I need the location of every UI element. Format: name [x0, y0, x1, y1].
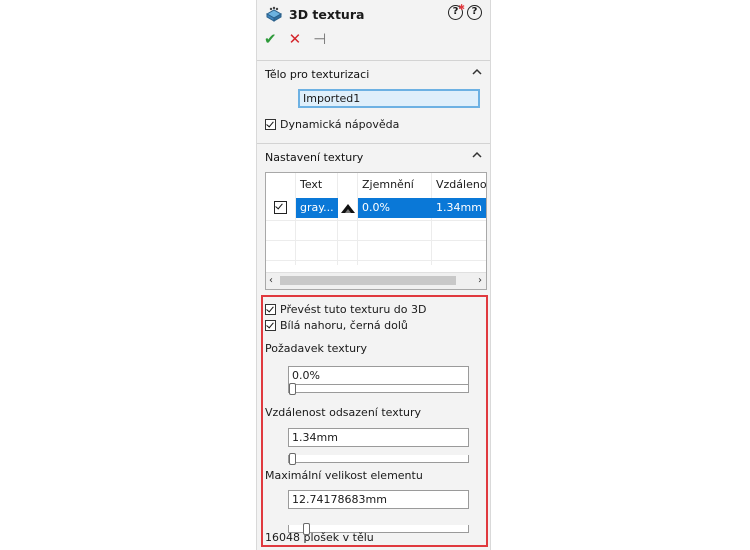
chevron-up-icon[interactable] — [472, 68, 482, 76]
convert-3d-row[interactable]: Převést tuto texturu do 3D — [265, 303, 426, 316]
property-manager-panel: 3D textura ? ✱ ? ✔ ✕ ⊣ Tělo pro texturiza… — [256, 0, 491, 550]
offset-slider[interactable] — [288, 453, 469, 465]
column-header-check — [266, 173, 296, 195]
panel-title: 3D textura — [289, 6, 365, 22]
row-offset-cell[interactable]: 1.34mm — [432, 198, 486, 218]
row-refinement-cell[interactable]: 0.0% — [358, 198, 432, 218]
convert-3d-label: Převést tuto texturu do 3D — [280, 303, 427, 316]
divider — [257, 60, 490, 61]
column-header-icon — [338, 173, 358, 195]
dynamic-help-label: Dynamická nápověda — [280, 118, 400, 131]
refinement-input[interactable]: 0.0% — [288, 366, 469, 385]
scroll-right-icon[interactable]: › — [478, 275, 482, 286]
column-header-text[interactable]: Text — [296, 173, 338, 195]
offset-slider-thumb[interactable] — [289, 453, 296, 465]
convert-3d-checkbox[interactable] — [265, 304, 276, 315]
section-title-texture-settings[interactable]: Nastavení textury — [265, 151, 363, 164]
scroll-left-icon[interactable]: ‹ — [269, 275, 273, 286]
action-bar: ✔ ✕ ⊣ — [264, 31, 326, 47]
dynamic-help-row[interactable]: Dynamická nápověda — [265, 118, 399, 131]
table-row[interactable]: gray... 0.0% 1.34mm — [266, 198, 486, 218]
texture-table[interactable]: Text Zjemnění Vzdálenos gray... 0.0% 1.3… — [265, 172, 487, 290]
panel-header: 3D textura — [265, 5, 364, 23]
column-header-refinement[interactable]: Zjemnění — [358, 173, 432, 195]
help-tips-icon[interactable]: ? ✱ — [448, 3, 465, 20]
cancel-x-icon[interactable]: ✕ — [289, 31, 302, 47]
row-checkbox-cell[interactable] — [266, 198, 295, 218]
max-element-label: Maximální velikost elementu — [265, 469, 423, 482]
terrain-mountain-icon — [338, 198, 358, 218]
white-up-label: Bílá nahoru, černá dolů — [280, 319, 408, 332]
refinement-label: Požadavek textury — [265, 342, 368, 355]
scrollbar-thumb[interactable] — [280, 276, 456, 285]
divider — [257, 143, 490, 144]
section-title-body[interactable]: Tělo pro texturizaci — [265, 68, 369, 81]
white-up-row[interactable]: Bílá nahoru, černá dolů — [265, 319, 408, 332]
pin-icon[interactable]: ⊣ — [313, 31, 326, 47]
texture-cube-icon — [265, 6, 283, 22]
chevron-up-icon[interactable] — [472, 151, 482, 159]
refinement-slider-thumb[interactable] — [289, 383, 296, 395]
ok-check-icon[interactable]: ✔ — [264, 31, 277, 47]
offset-label: Vzdálenost odsazení textury — [265, 406, 422, 419]
horizontal-scrollbar[interactable]: ‹ › — [266, 272, 486, 289]
highlight-frame — [261, 295, 488, 547]
row-checkbox[interactable] — [274, 201, 287, 214]
white-up-checkbox[interactable] — [265, 320, 276, 331]
help-icon[interactable]: ? — [467, 5, 482, 20]
faces-count: 16048 plošek v tělu — [265, 531, 374, 544]
max-element-input[interactable]: 12.74178683mm — [288, 490, 469, 509]
column-header-offset[interactable]: Vzdálenos — [432, 173, 486, 195]
row-text-cell[interactable]: gray... — [296, 198, 338, 218]
refinement-slider[interactable] — [288, 383, 469, 395]
offset-input[interactable]: 1.34mm — [288, 428, 469, 447]
dynamic-help-checkbox[interactable] — [265, 119, 276, 130]
body-selection-field[interactable]: Imported1 — [298, 89, 480, 108]
help-icons: ? ✱ ? — [448, 3, 482, 20]
